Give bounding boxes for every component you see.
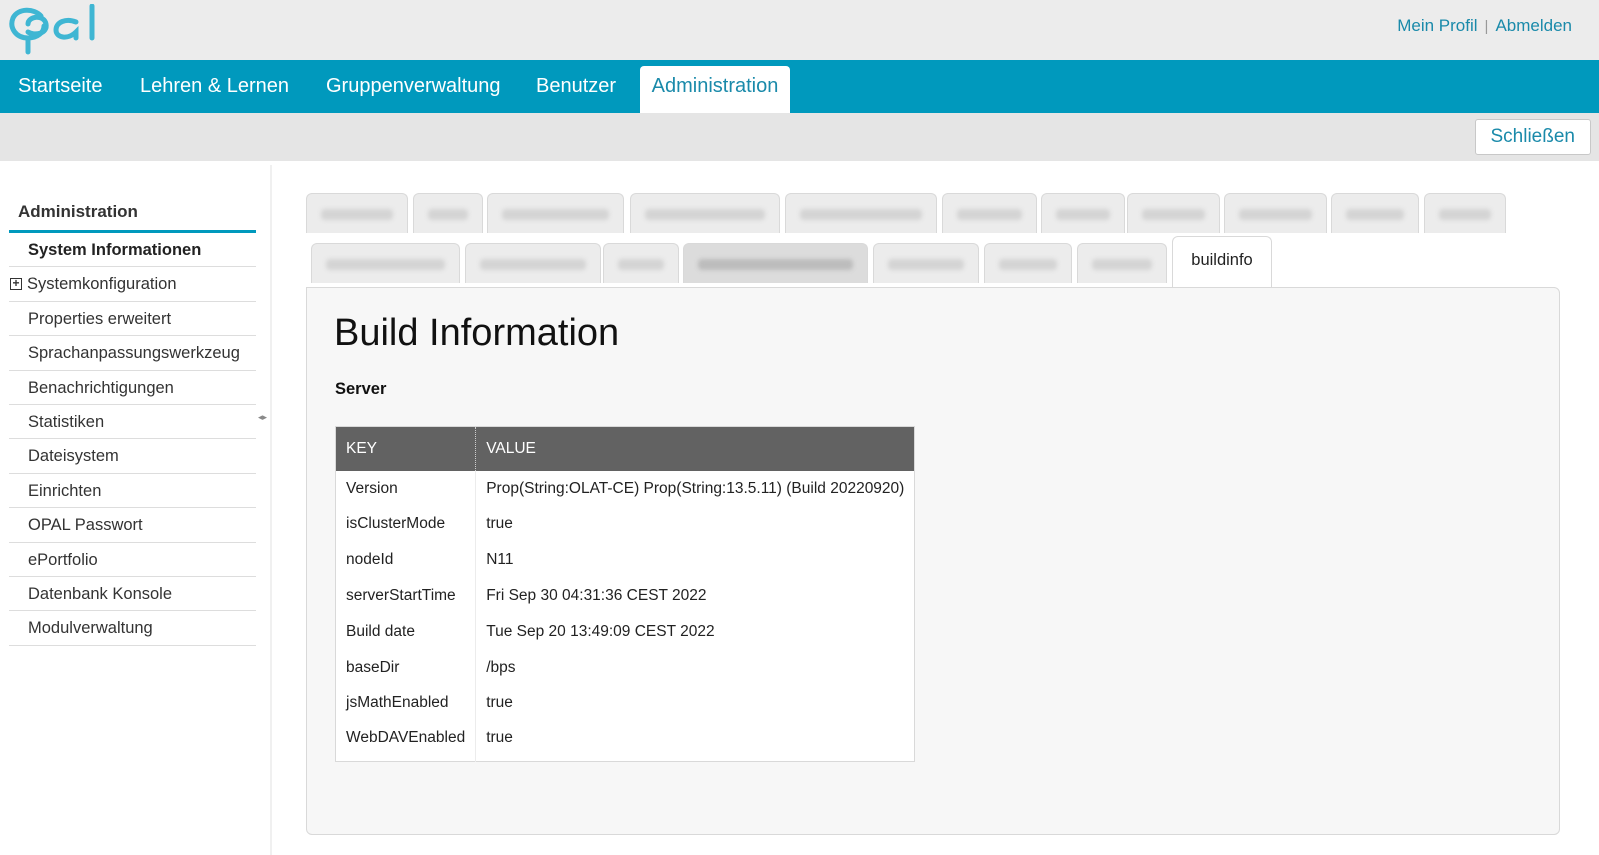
row-key: WebDAVEnabled [335,721,477,762]
sidebar-item-label: Dateisystem [28,447,119,466]
row-key: nodeId [335,542,477,579]
top-bar: Mein Profil | Abmelden [0,0,1599,60]
row-value: /bps [486,658,516,676]
row-key: isClusterMode [335,506,477,543]
tab-obscured-17[interactable] [984,243,1072,283]
page-title: Build Information [334,312,620,354]
row-key: Version [335,470,477,507]
tab-obscured-13[interactable] [465,243,601,283]
table-header-row: KEY VALUE [335,426,915,471]
row-value: Prop(String:OLAT-CE) Prop(String:13.5.11… [486,479,905,497]
sidebar-item-label: Benachrichtigungen [28,378,174,397]
table-row: WebDAVEnabled true [335,721,915,762]
tab-obscured-10[interactable] [1331,193,1419,233]
nav-administration[interactable]: Administration [640,66,790,113]
row-value: N11 [486,551,514,569]
tab-obscured-15[interactable] [683,243,868,283]
table-row: Version Prop(String:OLAT-CE) Prop(String… [335,470,915,507]
nav-lehren-lernen[interactable]: Lehren & Lernen [140,60,289,113]
tab-obscured-4[interactable] [630,193,780,233]
tab-obscured-3[interactable] [487,193,624,233]
section-title: Server [335,380,387,398]
sidebar-item-label: Systemkonfiguration [27,275,177,294]
table-row: jsMathEnabled true [335,685,915,722]
sidebar-item-label: ePortfolio [28,550,98,569]
resize-handle-icon[interactable]: ◂▸ [258,412,267,423]
sidebar-item-label: Properties erweitert [28,309,172,328]
tab-obscured-6[interactable] [942,193,1037,233]
close-button[interactable]: Schließen [1474,119,1591,155]
sidebar-item-eportfolio[interactable]: ePortfolio [9,543,256,577]
column-header-value[interactable]: VALUE [475,426,915,471]
tab-obscured-11[interactable] [1424,193,1506,233]
tab-obscured-8[interactable] [1127,193,1220,233]
sidebar-item-datenbank-konsole[interactable]: Datenbank Konsole [9,577,256,612]
nav-gruppenverwaltung[interactable]: Gruppenverwaltung [326,60,501,113]
link-separator: | [1484,17,1489,35]
row-value: true [486,729,513,747]
sidebar-item-sprachanpassungswerkzeug[interactable]: Sprachanpassungswerkzeug [9,336,256,371]
nav-benutzer[interactable]: Benutzer [536,60,616,113]
sidebar-item-properties-erweitert[interactable]: Properties erweitert [9,302,256,337]
row-value: true [486,694,513,712]
sidebar-item-modulverwaltung[interactable]: Modulverwaltung [9,611,256,646]
sidebar-item-systemkonfiguration[interactable]: + Systemkonfiguration [9,267,256,302]
sidebar-item-label: System Informationen [28,241,202,259]
tab-obscured-18[interactable] [1077,243,1167,283]
tab-obscured-1[interactable] [306,193,408,233]
row-value: Fri Sep 30 04:31:36 CEST 2022 [486,586,707,604]
column-header-key[interactable]: KEY [335,426,477,471]
sidebar-item-dateisystem[interactable]: Dateisystem [9,439,256,474]
sidebar-item-einrichten[interactable]: Einrichten [9,474,256,509]
table-row: isClusterMode true [335,506,915,543]
tab-label: buildinfo [1191,251,1253,269]
row-key: serverStartTime [335,578,477,614]
user-links: Mein Profil | Abmelden [1397,16,1572,36]
sidebar-item-label: Statistiken [28,412,105,431]
tab-obscured-7[interactable] [1041,193,1125,233]
row-key: jsMathEnabled [335,685,477,722]
content-panel: Build Information Server KEY VALUE Versi… [306,287,1560,835]
tab-obscured-16[interactable] [873,243,979,283]
table-row: serverStartTime Fri Sep 30 04:31:36 CEST… [335,578,915,614]
sidebar-item-label: OPAL Passwort [28,516,143,535]
sidebar-item-system-informationen[interactable]: System Informationen [9,233,256,268]
sidebar-item-label: Sprachanpassungswerkzeug [28,344,240,363]
tab-obscured-2[interactable] [413,193,483,233]
sidebar-item-label: Einrichten [28,481,102,500]
tab-obscured-12[interactable] [311,243,460,283]
tab-obscured-14[interactable] [603,243,679,283]
table-row: Build date Tue Sep 20 13:49:09 CEST 2022 [335,613,915,650]
table-row: nodeId N11 [335,542,915,579]
sidebar-title: Administration [9,192,256,233]
tab-obscured-5[interactable] [785,193,937,233]
tab-obscured-9[interactable] [1224,193,1327,233]
row-key: Build date [335,613,477,650]
sidebar-divider [270,165,272,855]
logout-link[interactable]: Abmelden [1495,16,1572,36]
build-info-table: KEY VALUE Version Prop(String:OLAT-CE) P… [335,426,916,762]
opal-logo[interactable] [8,4,108,56]
profile-link[interactable]: Mein Profil [1397,16,1477,36]
row-key: baseDir [335,649,477,686]
sidebar-item-opal-passwort[interactable]: OPAL Passwort [9,508,256,543]
main-navigation: Startseite Lehren & Lernen Gruppenverwal… [0,60,1599,113]
expand-icon[interactable]: + [10,277,22,291]
tab-buildinfo[interactable]: buildinfo [1172,236,1272,287]
row-value: Tue Sep 20 13:49:09 CEST 2022 [486,622,715,640]
sidebar-item-label: Modulverwaltung [28,619,153,638]
sidebar-item-statistiken[interactable]: Statistiken [9,405,256,440]
nav-startseite[interactable]: Startseite [18,60,102,113]
sidebar-item-benachrichtigungen[interactable]: Benachrichtigungen [9,371,256,405]
table-row: baseDir /bps [335,649,915,686]
row-value: true [486,515,513,533]
toolbar: Schließen [0,113,1599,161]
sidebar: Administration System Informationen + Sys… [9,192,256,646]
sidebar-item-label: Datenbank Konsole [28,584,173,603]
